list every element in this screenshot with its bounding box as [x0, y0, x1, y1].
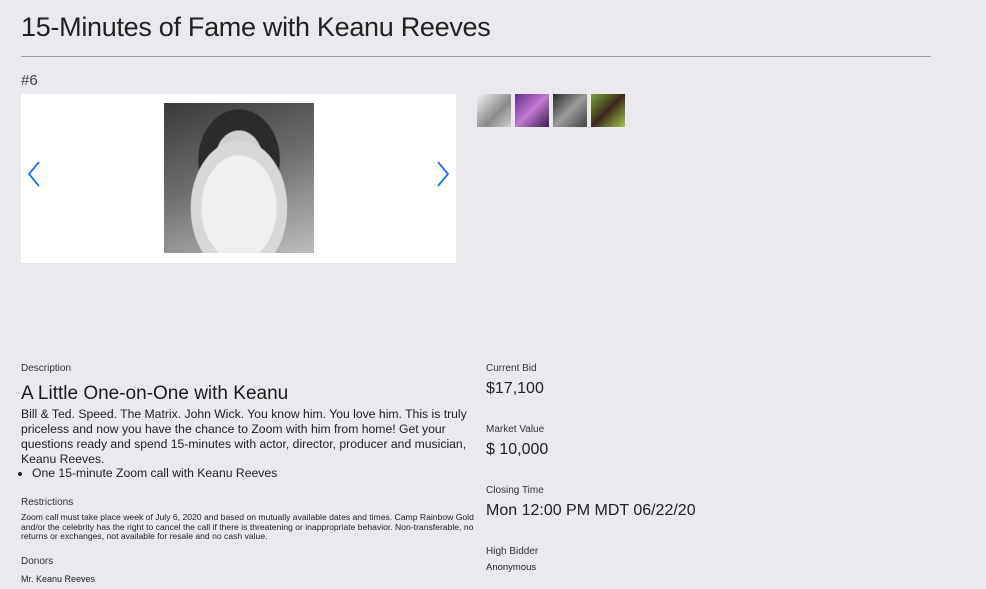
item-photo [164, 103, 314, 253]
thumbnail-4[interactable] [591, 94, 625, 127]
description-text: Bill & Ted. Speed. The Matrix. John Wick… [21, 407, 467, 466]
carousel-next-button[interactable] [431, 158, 453, 190]
restrictions-text: Zoom call must take place week of July 6… [21, 512, 474, 542]
restrictions-label: Restrictions [21, 497, 74, 508]
high-bidder-label: High Bidder [486, 546, 539, 557]
description-label: Description [21, 363, 72, 374]
description-heading: A Little One-on-One with Keanu [21, 383, 289, 404]
bullet-item: One 15-minute Zoom call with Keanu Reeve… [32, 466, 277, 480]
thumbnail-strip [477, 94, 625, 127]
current-bid-label: Current Bid [486, 363, 537, 374]
image-carousel [21, 94, 456, 263]
current-bid-value: $17,100 [486, 380, 544, 397]
market-value-label: Market Value [486, 424, 545, 435]
donor-name: Mr. Keanu Reeves [21, 574, 96, 584]
description-bullets: One 15-minute Zoom call with Keanu Reeve… [18, 466, 277, 480]
closing-time-value: Mon 12:00 PM MDT 06/22/20 [486, 502, 696, 519]
chevron-left-icon [27, 161, 40, 187]
page-title: 15-Minutes of Fame with Keanu Reeves [21, 12, 491, 42]
closing-time-label: Closing Time [486, 485, 544, 496]
donors-label: Donors [21, 556, 54, 567]
title-divider [21, 56, 931, 57]
thumbnail-2[interactable] [515, 94, 549, 127]
market-value: $ 10,000 [486, 441, 549, 458]
lot-number: #6 [21, 72, 38, 89]
thumbnail-1[interactable] [477, 94, 511, 127]
thumbnail-3[interactable] [553, 94, 587, 127]
high-bidder-value: Anonymous [486, 562, 537, 573]
carousel-prev-button[interactable] [24, 158, 46, 190]
chevron-right-icon [437, 161, 450, 187]
